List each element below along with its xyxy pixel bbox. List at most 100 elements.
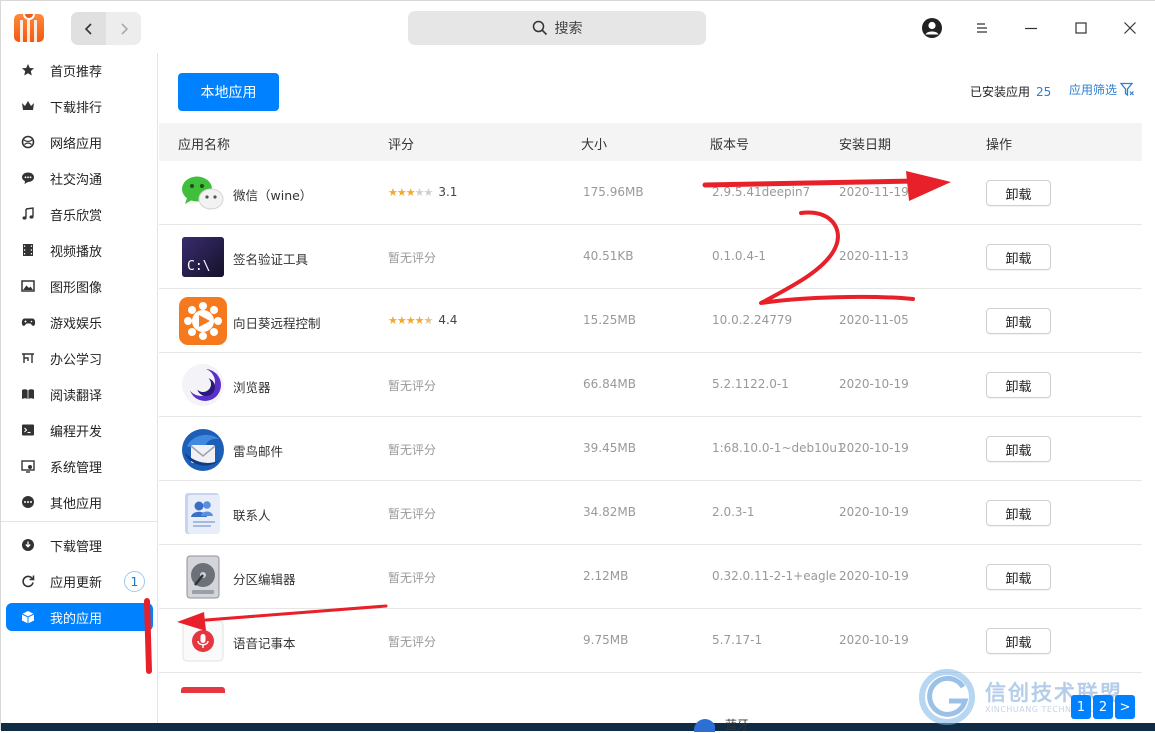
search-box[interactable]: 搜索 bbox=[408, 11, 706, 45]
image-icon bbox=[6, 279, 50, 293]
app-version: 5.2.1122.0-1 bbox=[712, 377, 789, 391]
sidebar-item-system[interactable]: 系统管理 bbox=[6, 452, 153, 480]
table-row: 向日葵远程控制 ★★★★★ 4.4 15.25MB 10.0.2.24779 2… bbox=[159, 289, 1142, 353]
sidebar-item-label: 视频播放 bbox=[50, 244, 103, 260]
uninstall-button[interactable]: 卸载 bbox=[986, 308, 1051, 334]
install-date: 2020-10-19 bbox=[839, 569, 909, 583]
rating-stars: ★★★★★ 4.4 bbox=[388, 313, 457, 327]
sidebar-item-downloads-rank[interactable]: 下载排行 bbox=[6, 92, 153, 120]
sidebar: 首页推荐 下载排行 网络应用 社交沟通 音乐欣赏 视频播放 图形图像 游戏娱乐 bbox=[1, 53, 158, 731]
sidebar-item-download-manager[interactable]: 下载管理 bbox=[6, 531, 153, 559]
install-date: 2020-10-19 bbox=[839, 377, 909, 391]
rating-stars: ★★★★★ 3.1 bbox=[388, 185, 457, 199]
table-row: C:\ 签名验证工具 暂无评分 40.51KB 0.1.0.4-1 2020-1… bbox=[159, 225, 1142, 289]
app-size: 40.51KB bbox=[583, 249, 634, 263]
page-button-1[interactable]: 1 bbox=[1071, 695, 1091, 719]
app-size: 15.25MB bbox=[583, 313, 636, 327]
contacts-icon bbox=[179, 489, 227, 537]
column-header-name: 应用名称 bbox=[178, 138, 231, 153]
app-store-window: 搜索 首页推荐 下载排行 网络应用 社交沟通 音乐欣赏 视频播放 图形图像 游戏… bbox=[0, 0, 1155, 732]
sidebar-item-network[interactable]: 网络应用 bbox=[6, 128, 153, 156]
local-apps-button[interactable]: 本地应用 bbox=[178, 73, 279, 111]
sidebar-item-label: 办公学习 bbox=[50, 352, 103, 368]
sidebar-item-label: 我的应用 bbox=[50, 611, 103, 627]
sidebar-item-graphics[interactable]: 图形图像 bbox=[6, 272, 153, 300]
rating-value: 暂无评分 bbox=[388, 443, 437, 457]
install-date: 2020-10-19 bbox=[839, 441, 909, 455]
app-version: 2.9.5.41deepin7 bbox=[712, 185, 811, 199]
sidebar-item-programming[interactable]: 编程开发 bbox=[6, 416, 153, 444]
sidebar-item-label: 音乐欣赏 bbox=[50, 208, 103, 224]
sidebar-item-label: 系统管理 bbox=[50, 460, 103, 476]
uninstall-button[interactable]: 卸载 bbox=[986, 628, 1051, 654]
app-name: 分区编辑器 bbox=[233, 572, 296, 587]
sidebar-item-label: 其他应用 bbox=[50, 496, 103, 512]
page-next-button[interactable]: > bbox=[1115, 695, 1135, 719]
maximize-button[interactable] bbox=[1068, 15, 1094, 41]
sidebar-item-other[interactable]: 其他应用 bbox=[6, 488, 153, 516]
app-name: 向日葵远程控制 bbox=[233, 316, 321, 331]
app-name: 浏览器 bbox=[233, 380, 271, 395]
user-avatar-button[interactable] bbox=[919, 15, 945, 41]
app-size: 175.96MB bbox=[583, 185, 644, 199]
sidebar-item-office[interactable]: 办公学习 bbox=[6, 344, 153, 372]
next-row-icon-peek bbox=[181, 687, 225, 693]
chat-icon bbox=[6, 171, 50, 185]
star-rating-icon: ★★★★★ bbox=[388, 313, 433, 327]
close-icon bbox=[1124, 22, 1136, 34]
monitor-icon bbox=[6, 459, 50, 473]
uninstall-button[interactable]: 卸载 bbox=[986, 372, 1051, 398]
forward-button[interactable] bbox=[106, 12, 141, 45]
main-content: 本地应用 已安装应用 25 应用筛选 应用名称 评分 大小 版本号 安装日期 操作… bbox=[159, 53, 1155, 731]
minimize-button[interactable] bbox=[1018, 15, 1044, 41]
app-size: 9.75MB bbox=[583, 633, 629, 647]
sidebar-item-home[interactable]: 首页推荐 bbox=[6, 56, 153, 84]
app-version: 0.1.0.4-1 bbox=[712, 249, 766, 263]
terminal-icon bbox=[6, 423, 50, 437]
sidebar-item-music[interactable]: 音乐欣赏 bbox=[6, 200, 153, 228]
star-rating-icon: ★★★★★ bbox=[388, 185, 433, 199]
uninstall-button[interactable]: 卸载 bbox=[986, 500, 1051, 526]
sidebar-item-label: 网络应用 bbox=[50, 136, 103, 152]
page-button-2[interactable]: 2 bbox=[1093, 695, 1113, 719]
search-label: 搜索 bbox=[554, 21, 583, 37]
thunderbird-icon bbox=[179, 425, 227, 473]
app-filter-button[interactable]: 应用筛选 bbox=[1069, 81, 1135, 98]
app-size: 2.12MB bbox=[583, 569, 629, 583]
install-date: 2020-11-05 bbox=[839, 313, 909, 327]
sidebar-item-my-apps[interactable]: 我的应用 bbox=[6, 603, 153, 631]
sidebar-divider bbox=[1, 521, 158, 522]
rating-value: 4.4 bbox=[438, 313, 458, 327]
uninstall-button[interactable]: 卸载 bbox=[986, 180, 1051, 206]
sidebar-item-updates[interactable]: 应用更新 1 bbox=[6, 567, 153, 595]
box-icon bbox=[6, 610, 50, 624]
menu-button[interactable] bbox=[969, 15, 995, 41]
sidebar-item-video[interactable]: 视频播放 bbox=[6, 236, 153, 264]
minimize-icon bbox=[1025, 27, 1037, 30]
sidebar-item-reading[interactable]: 阅读翻译 bbox=[6, 380, 153, 408]
chevron-left-icon bbox=[84, 22, 92, 35]
title-bar: 搜索 bbox=[1, 1, 1155, 53]
uninstall-button[interactable]: 卸载 bbox=[986, 436, 1051, 462]
sidebar-item-label: 阅读翻译 bbox=[50, 388, 103, 404]
install-date: 2020-11-13 bbox=[839, 249, 909, 263]
close-button[interactable] bbox=[1117, 15, 1143, 41]
app-version: 10.0.2.24779 bbox=[712, 313, 793, 327]
uninstall-button[interactable]: 卸载 bbox=[986, 564, 1051, 590]
app-name: 微信（wine） bbox=[233, 188, 313, 203]
column-header-version: 版本号 bbox=[710, 138, 750, 153]
app-version: 1:68.10.0-1~deb10u1 bbox=[712, 441, 845, 455]
taskbar-bluetooth-label: 蓝牙 bbox=[725, 718, 750, 732]
taskbar-bluetooth-item[interactable]: 蓝牙 bbox=[691, 718, 751, 732]
uninstall-button[interactable]: 卸载 bbox=[986, 244, 1051, 270]
desk-icon bbox=[6, 351, 50, 365]
back-button[interactable] bbox=[71, 12, 106, 45]
install-date: 2020-10-19 bbox=[839, 505, 909, 519]
download-icon bbox=[6, 538, 50, 552]
user-icon bbox=[922, 18, 942, 38]
sidebar-item-social[interactable]: 社交沟通 bbox=[6, 164, 153, 192]
sidebar-item-games[interactable]: 游戏娱乐 bbox=[6, 308, 153, 336]
installed-count: 25 bbox=[1036, 85, 1052, 99]
sidebar-item-label: 游戏娱乐 bbox=[50, 316, 103, 332]
rating-value: 暂无评分 bbox=[388, 379, 437, 393]
